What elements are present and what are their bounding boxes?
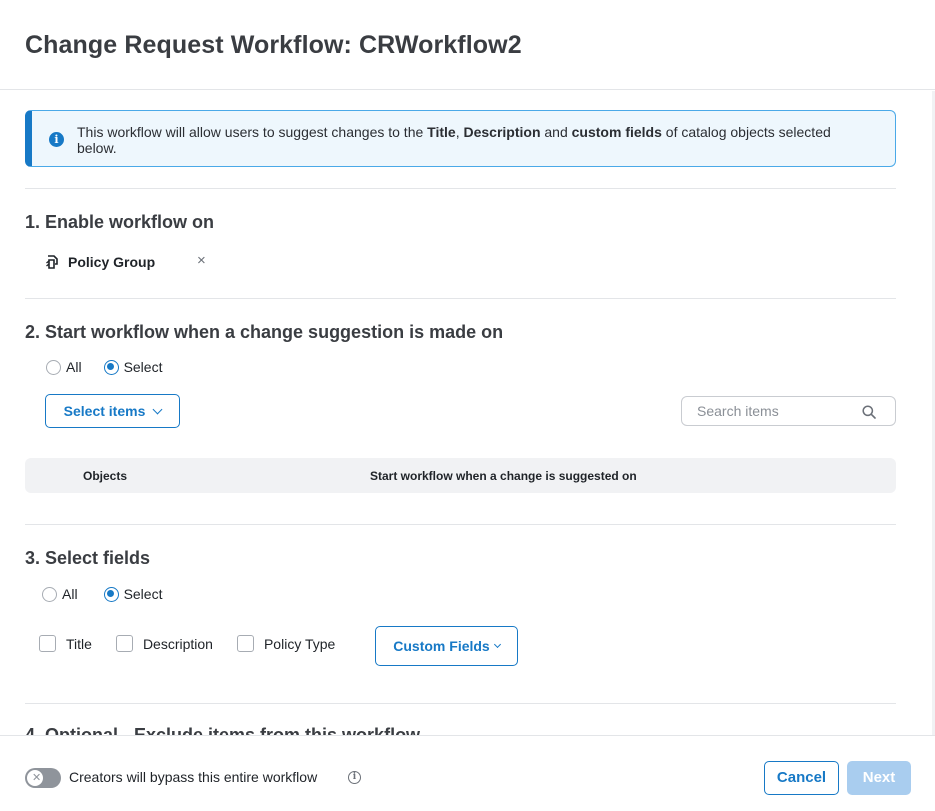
bypass-toggle-label: Creators will bypass this entire workflo… [69,769,318,785]
checkbox-title[interactable]: Title [39,635,92,652]
section-4-title: 4. Optional - Exclude items from this wo… [25,725,421,735]
radio-circle[interactable] [42,586,57,602]
remove-chip-icon[interactable]: × [197,252,206,269]
section-2-title: 2. Start workflow when a change suggesti… [25,322,504,342]
bypass-toggle[interactable]: ✕ [25,768,61,788]
radio-circle-selected[interactable] [103,359,119,375]
radio-select-objects[interactable]: Select [103,359,162,375]
divider [25,703,896,704]
close-icon: ✕ [32,772,42,784]
objects-table-header: Objects Start workflow when a change is … [25,458,896,493]
modal-footer: ✕ Creators will bypass this entire workf… [0,735,935,811]
column-header-start-workflow: Start workflow when a change is suggeste… [370,469,637,483]
chip-label: Policy Group [68,254,156,270]
checkbox-description[interactable]: Description [115,635,213,652]
info-banner-text: This workflow will allow users to sugges… [77,124,831,156]
info-banner: i This workflow will allow users to sugg… [25,110,896,167]
section-1-title: 1. Enable workflow on [25,212,215,232]
policy-group-icon [46,255,58,269]
section-3-title: 3. Select fields [25,548,151,568]
radio-select-fields[interactable]: Select [103,586,162,602]
search-icon[interactable] [862,405,876,419]
field-checkbox-group: Title Description Policy Type [39,635,359,652]
section-3-radio-group: All Select [42,586,184,602]
checkbox-box[interactable] [39,635,56,652]
enabled-object-chip: Policy Group × [45,251,206,273]
modal-body[interactable]: i This workflow will allow users to sugg… [0,91,935,735]
checkbox-policy-type[interactable]: Policy Type [236,635,335,652]
divider [25,188,896,189]
info-icon[interactable]: i [348,771,361,784]
radio-circle[interactable] [46,359,61,375]
column-header-objects: Objects [83,469,128,483]
custom-fields-button[interactable]: Custom Fields [375,626,518,666]
radio-all-fields[interactable]: All [42,586,78,602]
chevron-down-icon [493,640,501,649]
toggle-knob: ✕ [27,770,43,786]
search-items-field[interactable] [681,396,896,426]
radio-circle-selected[interactable] [103,586,119,602]
radio-all-objects[interactable]: All [46,359,82,375]
checkbox-box[interactable] [236,635,254,652]
modal-header: Change Request Workflow: CRWorkflow2 [0,0,935,90]
next-button[interactable]: Next [847,761,911,795]
search-input[interactable] [697,403,857,419]
page-title: Change Request Workflow: CRWorkflow2 [25,31,522,59]
chevron-down-icon [152,404,163,414]
select-items-button[interactable]: Select items [45,394,180,428]
section-2-radio-group: All Select [46,359,184,375]
info-icon: i [49,132,64,147]
divider [25,298,896,299]
cancel-button[interactable]: Cancel [764,761,839,795]
divider [25,524,896,525]
checkbox-box[interactable] [115,635,133,652]
